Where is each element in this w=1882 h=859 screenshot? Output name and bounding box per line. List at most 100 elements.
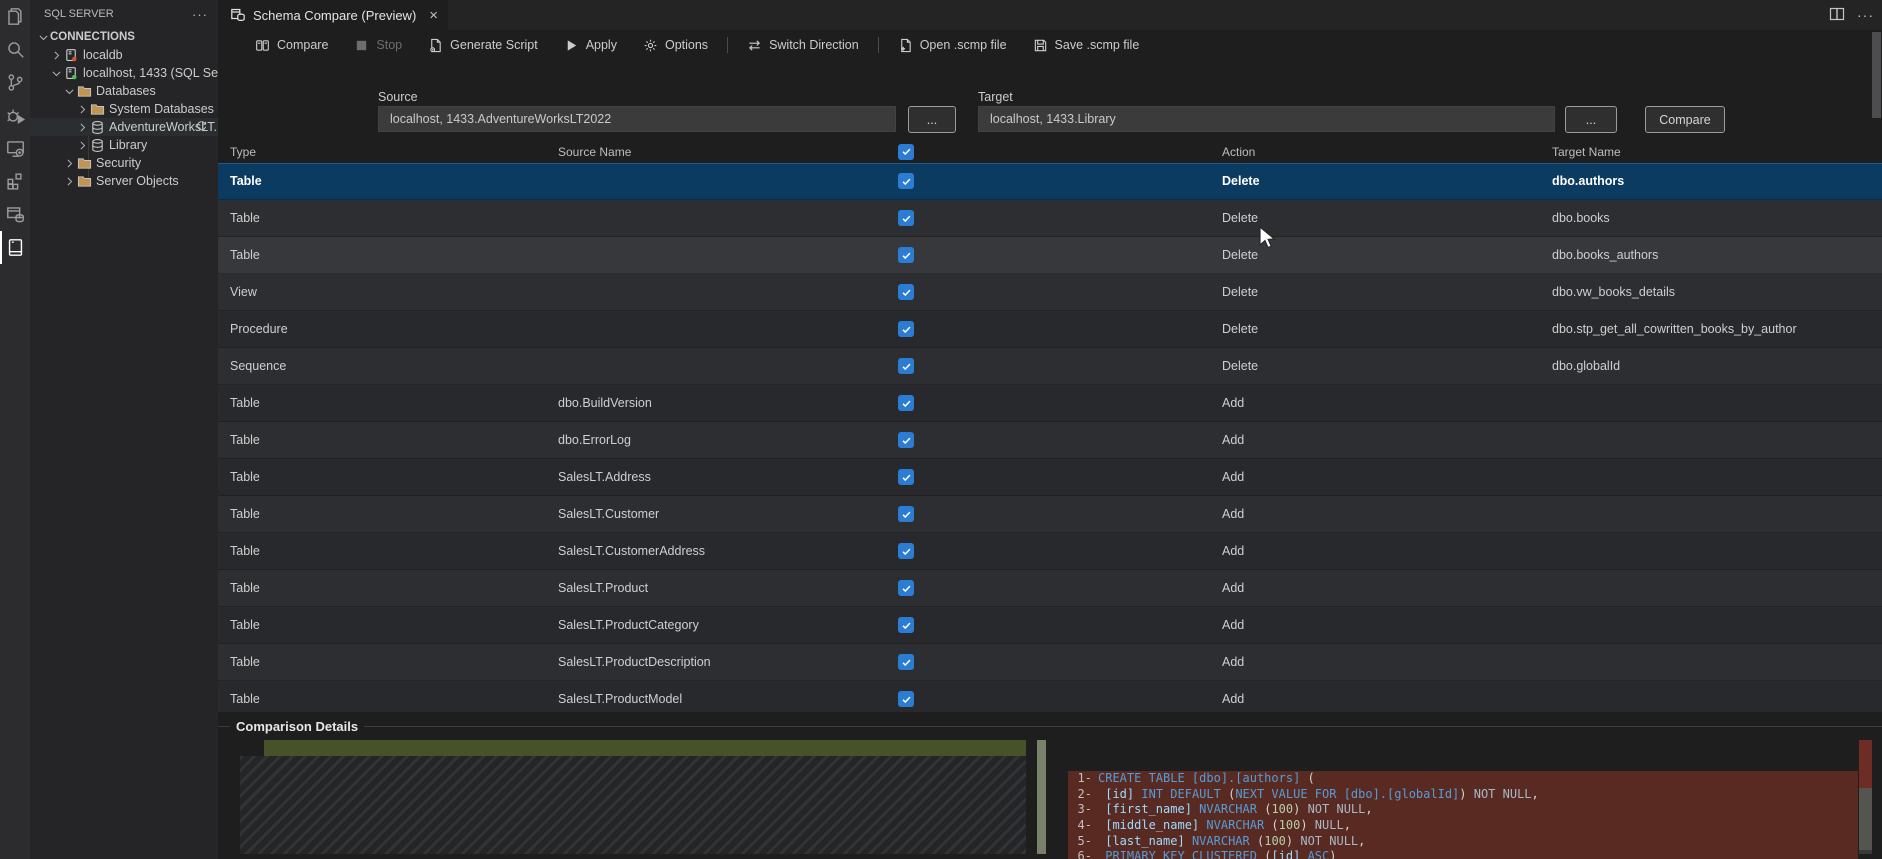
source-control-icon[interactable] (0, 66, 30, 99)
row-include-checkbox[interactable] (898, 654, 914, 670)
gear-icon (643, 38, 658, 53)
sql-database-projects-icon[interactable] (0, 198, 30, 231)
target-browse-button[interactable]: ... (1565, 106, 1617, 133)
diff-target-pane[interactable]: 1-CREATE TABLE [dbo].[authors] (2- [id] … (1068, 740, 1882, 859)
tree-item-connections[interactable]: CONNECTIONS (30, 28, 218, 46)
refresh-icon[interactable] (195, 119, 208, 135)
header-checkbox[interactable] (898, 144, 914, 160)
row-include-checkbox[interactable] (898, 580, 914, 596)
compare-submit-button[interactable]: Compare (1645, 106, 1725, 133)
toolbar-button-label: Options (665, 38, 708, 52)
chevron-down-icon[interactable] (49, 67, 63, 80)
row-include-checkbox[interactable] (898, 395, 914, 411)
cell-action: Add (1222, 655, 1244, 669)
row-include-checkbox[interactable] (898, 321, 914, 337)
run-debug-icon[interactable] (0, 99, 30, 132)
chevron-down-icon[interactable] (36, 31, 50, 44)
source-browse-button[interactable]: ... (908, 106, 956, 133)
row-include-checkbox[interactable] (898, 358, 914, 374)
split-editor-icon[interactable] (1829, 6, 1845, 25)
switch-direction-button[interactable]: Switch Direction (734, 32, 872, 58)
chevron-right-icon[interactable] (75, 121, 89, 134)
options-button[interactable]: Options (630, 32, 721, 58)
grid-row-dbo-authors[interactable]: TableDeletedbo.authors (218, 163, 1882, 200)
grid-row-saleslt-customer[interactable]: TableSalesLT.CustomerAdd (218, 496, 1882, 533)
row-include-checkbox[interactable] (898, 173, 914, 189)
grid-row-dbo-vw-books-details[interactable]: ViewDeletedbo.vw_books_details (218, 274, 1882, 311)
remote-explorer-icon[interactable] (0, 132, 30, 165)
cell-source-name: SalesLT.Product (558, 581, 648, 595)
row-include-checkbox[interactable] (898, 617, 914, 633)
chevron-down-icon[interactable] (62, 85, 76, 98)
apply-button[interactable]: Apply (551, 32, 630, 58)
cell-action: Delete (1222, 174, 1260, 188)
grid-row-saleslt-address[interactable]: TableSalesLT.AddressAdd (218, 459, 1882, 496)
generate-script-button[interactable]: Generate Script (415, 32, 551, 58)
tree-item-databases[interactable]: Databases (30, 82, 218, 100)
stop-icon (354, 38, 369, 53)
row-include-checkbox[interactable] (898, 247, 914, 263)
open-file-icon (898, 38, 913, 53)
stop-button[interactable]: Stop (341, 32, 415, 58)
toolbar-button-label: Open .scmp file (920, 38, 1007, 52)
right-overview-ruler[interactable] (1859, 740, 1872, 854)
toolbar-button-label: Stop (376, 38, 402, 52)
chevron-right-icon[interactable] (62, 175, 76, 188)
tree-item-system-databases[interactable]: System Databases (30, 100, 218, 118)
grid-row-dbo-stp-get-all-cowritten-books-by-author[interactable]: ProcedureDeletedbo.stp_get_all_cowritten… (218, 311, 1882, 348)
grid-row-saleslt-productcategory[interactable]: TableSalesLT.ProductCategoryAdd (218, 607, 1882, 644)
details-divider (218, 726, 1882, 727)
diff-source-pane[interactable]: 1+ (236, 740, 1060, 859)
chevron-right-icon[interactable] (75, 103, 89, 116)
tree-item-adventureworkslt[interactable]: AdventureWorksLT... (30, 118, 218, 136)
sidebar-more-icon[interactable]: ··· (192, 7, 208, 22)
tree-item-localdb[interactable]: localdb (30, 46, 218, 64)
tree-item-security[interactable]: Security (30, 154, 218, 172)
row-include-checkbox[interactable] (898, 469, 914, 485)
open-scmp-file-button[interactable]: Open .scmp file (885, 32, 1020, 58)
explorer-icon[interactable] (0, 0, 30, 33)
row-include-checkbox[interactable] (898, 210, 914, 226)
col-header-target[interactable]: Target Name (1552, 145, 1621, 159)
tree-item-server-objects[interactable]: Server Objects (30, 172, 218, 190)
row-include-checkbox[interactable] (898, 506, 914, 522)
sql-server-icon[interactable] (0, 231, 30, 264)
grid-row-dbo-books[interactable]: TableDeletedbo.books (218, 200, 1882, 237)
search-icon[interactable] (0, 33, 30, 66)
tab-close-icon[interactable]: × (429, 7, 438, 24)
scrollbar-thumb[interactable] (1859, 788, 1872, 850)
grid-row-saleslt-productmodel[interactable]: TableSalesLT.ProductModelAdd (218, 681, 1882, 712)
grid-row-dbo-books-authors[interactable]: TableDeletedbo.books_authors (218, 237, 1882, 274)
grid-row-dbo-errorlog[interactable]: Tabledbo.ErrorLogAdd (218, 422, 1882, 459)
row-include-checkbox[interactable] (898, 543, 914, 559)
grid-row-saleslt-customeraddress[interactable]: TableSalesLT.CustomerAddressAdd (218, 533, 1882, 570)
extensions-icon[interactable] (0, 165, 30, 198)
editor-more-actions-icon[interactable]: ··· (1857, 7, 1874, 23)
tab-schema-compare[interactable]: Schema Compare (Preview) × (218, 0, 448, 30)
chevron-right-icon[interactable] (49, 49, 63, 62)
row-include-checkbox[interactable] (898, 432, 914, 448)
row-include-checkbox[interactable] (898, 691, 914, 707)
chevron-right-icon[interactable] (62, 157, 76, 170)
left-overview-ruler[interactable] (1037, 740, 1046, 854)
grid-row-saleslt-product[interactable]: TableSalesLT.ProductAdd (218, 570, 1882, 607)
col-header-source[interactable]: Source Name (558, 145, 631, 159)
chevron-right-icon[interactable] (75, 139, 89, 152)
compare-button[interactable]: Compare (242, 32, 341, 58)
col-header-type[interactable]: Type (230, 145, 256, 159)
cell-action: Add (1222, 544, 1244, 558)
editor-scrollbar-thumb[interactable] (1872, 32, 1881, 118)
grid-row-dbo-globalid[interactable]: SequenceDeletedbo.globalId (218, 348, 1882, 385)
target-input[interactable]: localhost, 1433.Library (978, 106, 1555, 132)
grid-row-dbo-buildversion[interactable]: Tabledbo.BuildVersionAdd (218, 385, 1882, 422)
diff-line-number: 4- (1068, 818, 1092, 834)
grid-row-saleslt-productdescription[interactable]: TableSalesLT.ProductDescriptionAdd (218, 644, 1882, 681)
tree-item-localhost-1433-sql-serv[interactable]: localhost, 1433 (SQL Serv... (30, 64, 218, 82)
col-header-action[interactable]: Action (1222, 145, 1255, 159)
source-input[interactable]: localhost, 1433.AdventureWorksLT2022 (378, 106, 896, 132)
row-include-checkbox[interactable] (898, 284, 914, 300)
toolbar-button-label: Apply (586, 38, 617, 52)
tree-item-library[interactable]: Library (30, 136, 218, 154)
save-scmp-file-button[interactable]: Save .scmp file (1020, 32, 1153, 58)
source-label: Source (378, 90, 418, 104)
